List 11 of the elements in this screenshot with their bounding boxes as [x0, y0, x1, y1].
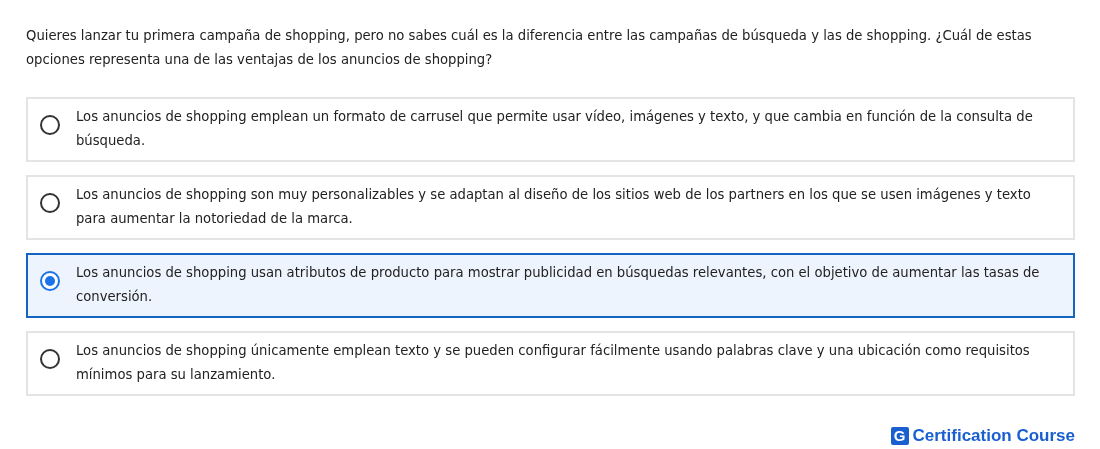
logo-icon: G [890, 427, 909, 445]
answer-option[interactable]: Los anuncios de shopping usan atributos de producto para mostrar publicidad en búsquedas relevantes, con el objetivo de aumentar las tasas de conversión. [26, 253, 1075, 318]
brand-name: Certification Course [912, 426, 1075, 446]
radio-button[interactable] [40, 271, 60, 291]
radio-button[interactable] [40, 193, 60, 213]
answer-option[interactable]: Los anuncios de shopping únicamente emplean texto y se pueden configurar fácilmente usando palabras clave y una ubicación como requisitos mínimos para su lanzamiento. [26, 331, 1075, 396]
radio-button[interactable] [40, 349, 60, 369]
answer-option[interactable]: Los anuncios de shopping emplean un formato de carrusel que permite usar vídeo, imágenes y texto, y que cambia en función de la consulta de búsqueda. [26, 97, 1075, 162]
question-text: Quieres lanzar tu primera campaña de shopping, pero no sabes cuál es la diferencia entre las campañas de búsqueda y las de shopping. ¿Cuál de estas opciones representa una de las ventajas de los anuncios de shopping? [26, 27, 1033, 69]
radio-button[interactable] [40, 115, 60, 135]
answer-option[interactable]: Los anuncios de shopping son muy personalizables y se adaptan al diseño de los sitios web de los partners en los que se usen imágenes y texto para aumentar la notoriedad de la marca. [26, 175, 1075, 240]
